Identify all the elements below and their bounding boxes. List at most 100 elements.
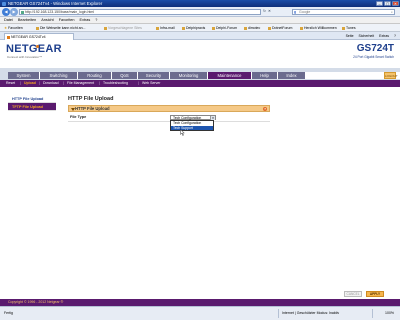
status-text: Fertig: [4, 311, 13, 315]
address-url: http://192.168.123.150/base/main_login.h…: [25, 10, 95, 14]
close-button[interactable]: ✕: [392, 1, 399, 6]
star-icon: ★: [4, 26, 8, 30]
command-bar: Seite Sicherheit Extras ?: [346, 32, 396, 40]
command-help[interactable]: ?: [394, 32, 396, 40]
favorite-label: Herzlich Willkommen: [304, 26, 337, 30]
copyright: Copyright © 1996 - 2012 Netgear ®: [0, 299, 400, 306]
favorite-link[interactable]: dimotec: [244, 24, 260, 32]
favorite-link[interactable]: Delphi-Forum: [212, 24, 237, 32]
favorite-label: dimotec: [248, 26, 261, 30]
menu-datei[interactable]: Datei: [4, 17, 13, 23]
tab-qos[interactable]: QoS: [112, 72, 138, 79]
option-tech-support[interactable]: Tech Support: [171, 125, 213, 130]
tab-system[interactable]: System: [8, 72, 40, 79]
menu-bar: Datei Bearbeiten Ansicht Favoriten Extra…: [0, 17, 400, 24]
minimize-button[interactable]: –: [376, 1, 383, 6]
favicon-icon: [36, 26, 39, 30]
help-icon[interactable]: ?: [263, 107, 267, 111]
tab-security[interactable]: Security: [138, 72, 170, 79]
favorite-link[interactable]: DotnetForum: [268, 24, 292, 32]
command-security[interactable]: Sicherheit: [359, 32, 375, 40]
netgear-logo: NETGEAR: [6, 43, 62, 55]
subtab-web-server[interactable]: Web Server: [142, 80, 160, 87]
favorite-link[interactable]: Infra-mail: [156, 24, 175, 32]
browser-tab-row: NETGEAR GS724Tv4 Seite Sicherheit Extras…: [0, 32, 400, 40]
status-divider: [372, 309, 373, 318]
panel-title: HTTP File Upload: [75, 106, 110, 111]
status-bar: Fertig Internet | Geschützter Modus: Ina…: [0, 306, 400, 320]
command-tools[interactable]: Extras: [379, 32, 389, 40]
tab-routing[interactable]: Routing: [78, 72, 112, 79]
tab-index[interactable]: Index: [278, 72, 306, 79]
file-type-label: File Type: [70, 115, 87, 119]
panel-header[interactable]: HTTP File Upload ?: [68, 105, 270, 112]
subtab-separator: |: [138, 81, 139, 85]
favorite-label: DotnetForum: [272, 26, 293, 30]
cancel-button[interactable]: CANCEL: [344, 291, 362, 297]
search-input[interactable]: g Google ⌕: [292, 9, 395, 15]
favicon-icon: [244, 26, 247, 30]
menu-help[interactable]: ?: [95, 17, 97, 23]
address-row: ◀ ▶ http://192.168.123.150/base/main_log…: [0, 7, 400, 17]
main-nav: System Switching Routing QoS Security Mo…: [8, 72, 400, 79]
collapse-triangle-icon[interactable]: [71, 107, 75, 111]
status-divider: [278, 309, 279, 318]
favicon-icon: [104, 26, 107, 30]
menu-favoriten[interactable]: Favoriten: [59, 17, 75, 23]
subtab-separator: |: [63, 81, 64, 85]
favorite-link[interactable]: Delphipraxis: [182, 24, 205, 32]
search-icon[interactable]: ⌕: [391, 10, 393, 16]
favorite-link[interactable]: Die Webseite kann nicht an...: [36, 24, 85, 32]
menu-bearbeiten[interactable]: Bearbeiten: [18, 17, 36, 23]
subtab-file-management[interactable]: File Management: [67, 80, 94, 87]
command-page[interactable]: Seite: [346, 32, 354, 40]
menu-extras[interactable]: Extras: [80, 17, 91, 23]
sidebar: HTTP File Upload TFTP File Upload: [8, 95, 56, 111]
favorite-link[interactable]: Tunes: [342, 24, 356, 32]
subtab-separator: |: [39, 81, 40, 85]
favorites-label: Favoriten: [8, 26, 23, 30]
page-favicon-icon: [21, 11, 24, 14]
subtab-separator: |: [99, 81, 100, 85]
tab-switching[interactable]: Switching: [40, 72, 78, 79]
subtab-upload[interactable]: Upload: [24, 80, 36, 87]
favicon-icon: [156, 26, 159, 30]
subtab-troubleshooting[interactable]: Troubleshooting: [103, 80, 128, 87]
logout-button[interactable]: LOGOUT: [384, 72, 398, 79]
sidebar-item-http-file-upload[interactable]: HTTP File Upload: [8, 95, 56, 103]
forward-icon[interactable]: ▶: [10, 8, 18, 16]
footer-bar: [0, 287, 400, 299]
tab-maintenance[interactable]: Maintenance: [208, 72, 252, 79]
favorite-link[interactable]: Vorgeschlagene Sites: [104, 24, 142, 32]
favicon-icon: [300, 26, 303, 30]
stop-icon[interactable]: ✕: [268, 9, 271, 13]
tab-help[interactable]: Help: [252, 72, 278, 79]
sidebar-item-tftp-file-upload[interactable]: TFTP File Upload: [8, 103, 56, 111]
menu-ansicht[interactable]: Ansicht: [41, 17, 53, 23]
sub-nav: Reset | Upload | Download | File Managem…: [0, 80, 400, 87]
refresh-icon[interactable]: ↻: [263, 9, 266, 13]
favorite-label: Vorgeschlagene Sites: [108, 26, 142, 30]
google-icon: g: [294, 10, 297, 14]
apply-button[interactable]: APPLY: [366, 291, 384, 297]
subtab-download[interactable]: Download: [43, 80, 59, 87]
subtab-reset[interactable]: Reset: [6, 80, 15, 87]
brand-tagline: Connect with Innovation™: [7, 55, 43, 59]
back-icon[interactable]: ◀: [2, 8, 10, 16]
search-placeholder: Google: [299, 10, 311, 14]
favorites-button[interactable]: ★ Favoriten: [4, 24, 23, 32]
browser-tab[interactable]: NETGEAR GS724Tv4: [4, 33, 74, 40]
favorite-label: Infra-mail: [160, 26, 175, 30]
model-name: GS724T: [356, 43, 394, 54]
address-input[interactable]: http://192.168.123.150/base/main_login.h…: [19, 9, 261, 15]
favorites-bar: ★ Favoriten Die Webseite kann nicht an..…: [0, 24, 400, 32]
zoom-level[interactable]: 100%: [385, 311, 394, 315]
favorite-link[interactable]: Herzlich Willkommen: [300, 24, 337, 32]
maximize-button[interactable]: ▢: [384, 1, 391, 6]
netgear-favicon-icon: [6, 35, 10, 39]
tab-monitoring[interactable]: Monitoring: [170, 72, 208, 79]
ie-icon: [2, 1, 6, 6]
window-controls: – ▢ ✕: [376, 1, 399, 6]
subtab-separator: |: [20, 81, 21, 85]
window-title: NETGEAR GS724Tv4 - Windows Internet Expl…: [8, 1, 103, 6]
